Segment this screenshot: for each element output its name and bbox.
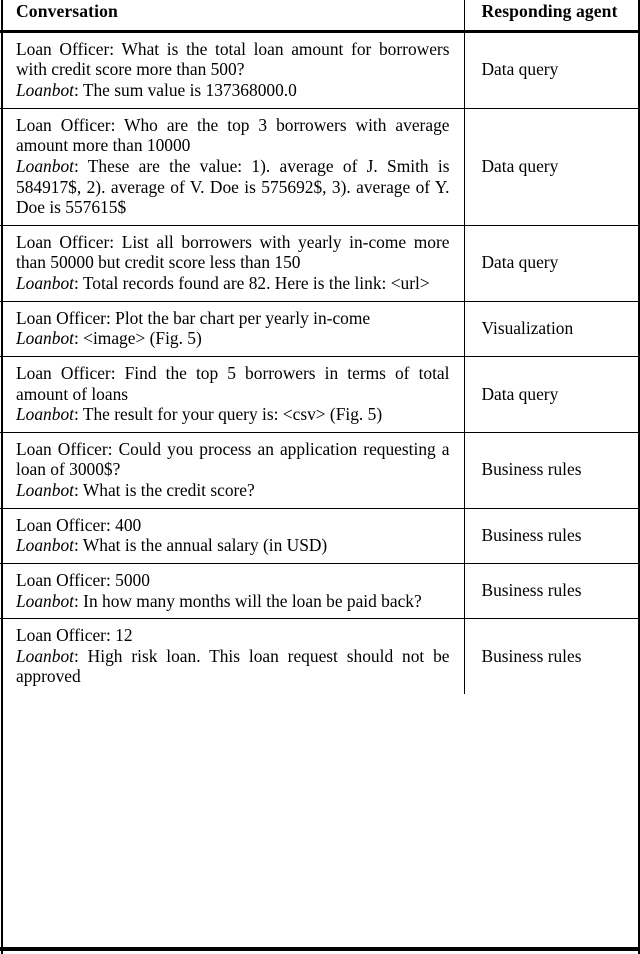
cell-conversation: Loan Officer: List all borrowers with ye… [0,224,465,302]
cell-responding-agent: Visualization [464,300,640,357]
speaker-label-loanbot: Loanbot [16,328,74,349]
speaker-label-loan-officer: Loan Officer: [16,438,113,459]
cell-conversation: Loan Officer: Could you process an appli… [0,431,465,509]
responding-agent-value: Business rules [481,580,582,601]
column-header-responding-agent: Responding agent [481,1,618,21]
speaker-label-loan-officer: Loan Officer: [16,307,111,328]
speaker-label-loanbot: Loanbot [16,80,74,101]
bot-message-text: : The sum value is 137368000.0 [73,80,297,101]
officer-utterance: Loan Officer: Who are the top 3 borrower… [16,115,449,156]
bot-message-text: : High risk loan. This loan request shou… [16,645,450,687]
officer-utterance: Loan Officer: Find the top 5 borrowers i… [16,363,449,404]
bot-utterance: Loanbot: Total records found are 82. Her… [16,273,430,293]
column-header-conversation: Conversation [0,0,465,32]
bot-utterance: Loanbot: What is the annual salary (in U… [16,535,327,555]
cell-conversation: Loan Officer: Find the top 5 borrowers i… [0,355,465,433]
officer-message-text: 5000 [110,569,150,590]
speaker-label-loan-officer: Loan Officer: [16,114,116,135]
cell-conversation: Loan Officer: Who are the top 3 borrower… [0,107,465,226]
officer-utterance: Loan Officer: 12 [16,625,133,645]
bot-utterance: Loanbot: These are the value: 1). averag… [16,156,450,217]
bot-utterance: Loanbot: High risk loan. This loan reque… [16,646,450,687]
responding-agent-value: Business rules [481,645,582,666]
responding-agent-value: Data query [481,155,559,176]
bot-utterance: Loanbot: The result for your query is: <… [16,404,382,424]
speaker-label-loanbot: Loanbot [16,590,74,611]
table-header: Conversation Responding agent [0,0,640,32]
cell-conversation: Loan Officer: Plot the bar chart per yea… [0,300,465,357]
cell-conversation: Loan Officer: 400 Loanbot: What is the an… [0,507,465,564]
bot-utterance: Loanbot: <image> (Fig. 5) [16,328,202,348]
cell-responding-agent: Data query [464,31,640,108]
officer-utterance: Loan Officer: Plot the bar chart per yea… [16,308,370,328]
officer-utterance: Loan Officer: What is the total loan amo… [16,39,449,80]
bot-utterance: Loanbot: What is the credit score? [16,480,255,500]
table-row: Loan Officer: 12 Loanbot: High risk loan.… [0,618,640,695]
cell-responding-agent: Business rules [464,507,640,564]
cell-responding-agent: Data query [464,355,640,433]
speaker-label-loanbot: Loanbot [16,404,74,425]
table-row: Loan Officer: 5000 Loanbot: In how many m… [0,562,640,619]
table-row: Loan Officer: Plot the bar chart per yea… [0,300,640,357]
bot-utterance: Loanbot: The sum value is 137368000.0 [16,80,297,100]
bot-message-text: : What is the annual salary (in USD) [73,535,328,556]
speaker-label-loanbot: Loanbot [16,535,74,556]
speaker-label-loanbot: Loanbot [16,155,74,176]
responding-agent-value: Business rules [481,459,582,480]
bot-message-text: : The result for your query is: <csv> (F… [73,404,383,425]
responding-agent-value: Business rules [481,525,582,545]
bot-message-text: : <image> (Fig. 5) [73,328,202,349]
table-row: Loan Officer: 400 Loanbot: What is the an… [0,507,640,564]
cell-responding-agent: Business rules [464,618,640,695]
table-row: Loan Officer: Could you process an appli… [0,431,640,509]
table-left-rule [1,0,3,954]
conversation-table: Conversation Responding agent Loan Offic… [0,0,640,695]
table-bottom-rule [0,947,640,951]
cell-responding-agent: Data query [464,107,640,226]
speaker-label-loan-officer: Loan Officer: [16,231,115,252]
cell-responding-agent: Business rules [464,562,640,619]
table-body: Loan Officer: What is the total loan amo… [0,31,640,695]
responding-agent-value: Data query [481,252,559,273]
speaker-label-loan-officer: Loan Officer: [16,38,115,59]
officer-message-text: 400 [110,514,142,535]
speaker-label-loanbot: Loanbot [16,645,74,666]
speaker-label-loan-officer: Loan Officer: [16,569,111,590]
cell-conversation: Loan Officer: What is the total loan amo… [0,31,465,109]
bot-utterance: Loanbot: In how many months will the loa… [16,591,422,611]
table-row: Loan Officer: What is the total loan amo… [0,31,640,109]
responding-agent-value: Visualization [481,318,574,338]
bot-message-text: : In how many months will the loan be pa… [73,590,422,611]
officer-utterance: Loan Officer: 400 [16,515,141,535]
officer-message-text: 12 [110,625,133,646]
table-row: Loan Officer: List all borrowers with ye… [0,224,640,302]
cell-responding-agent: Data query [464,224,640,302]
officer-utterance: Loan Officer: List all borrowers with ye… [16,232,449,273]
officer-utterance: Loan Officer: 5000 [16,570,150,590]
speaker-label-loan-officer: Loan Officer: [16,514,111,535]
officer-utterance: Loan Officer: Could you process an appli… [16,439,450,480]
table-row: Loan Officer: Who are the top 3 borrower… [0,107,640,226]
speaker-label-loanbot: Loanbot [16,480,74,501]
bot-message-text: : What is the credit score? [73,480,255,501]
cell-conversation: Loan Officer: 5000 Loanbot: In how many m… [0,562,465,619]
speaker-label-loanbot: Loanbot [16,273,74,294]
cell-responding-agent: Business rules [464,431,640,509]
responding-agent-value: Data query [481,59,559,80]
bot-message-text: : Total records found are 82. Here is th… [73,273,430,294]
cell-conversation: Loan Officer: 12 Loanbot: High risk loan.… [0,618,465,695]
officer-message-text: Plot the bar chart per yearly in-come [110,307,371,328]
table-row: Loan Officer: Find the top 5 borrowers i… [0,355,640,433]
conversation-table-container: Conversation Responding agent Loan Offic… [0,0,640,954]
bot-message-text: : These are the value: 1). average of J.… [16,155,450,218]
table-header-row: Conversation Responding agent [0,0,640,32]
speaker-label-loan-officer: Loan Officer: [16,625,111,646]
speaker-label-loan-officer: Loan Officer: [16,362,116,383]
responding-agent-value: Data query [481,383,559,404]
